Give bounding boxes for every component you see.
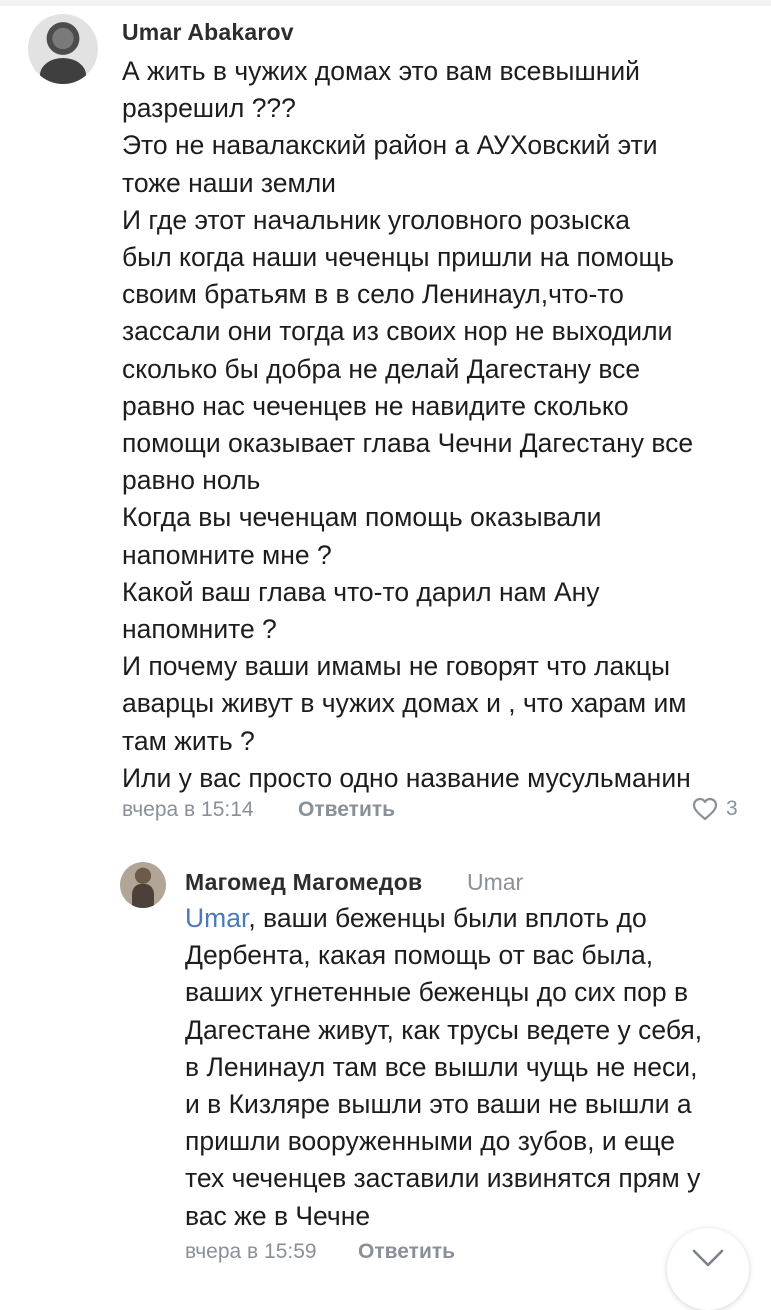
mention-link[interactable]: Umar <box>185 903 248 933</box>
like-count: 3 <box>726 797 738 820</box>
top-separator <box>0 0 771 6</box>
comment-text: А жить в чужих домах это вам всевышний р… <box>122 56 694 793</box>
comment-author[interactable]: Umar Abakarov <box>122 19 294 46</box>
scroll-down-button[interactable] <box>667 1228 749 1310</box>
reply-author[interactable]: Магомед Магомедов <box>185 869 422 896</box>
heart-outline-icon <box>692 797 718 821</box>
reply-body: , ваши беженцы были вплоть до Дербента, … <box>185 903 703 1231</box>
chevron-down-icon <box>691 1228 725 1273</box>
avatar[interactable] <box>28 14 98 84</box>
reply-timestamp: вчера в 15:59 <box>185 1240 317 1263</box>
reply-button[interactable]: Ответить <box>358 1240 455 1264</box>
reply-button[interactable]: Ответить <box>298 798 395 822</box>
avatar-figure <box>132 884 154 908</box>
avatar-figure <box>40 58 86 84</box>
avatar[interactable] <box>120 862 166 908</box>
reply-to-name[interactable]: Umar <box>467 869 523 896</box>
reply-text: Umar, ваши беженцы были вплоть до Дербен… <box>185 900 760 1235</box>
comment-timestamp: вчера в 15:14 <box>122 798 254 821</box>
like-button[interactable]: 3 <box>692 797 738 821</box>
